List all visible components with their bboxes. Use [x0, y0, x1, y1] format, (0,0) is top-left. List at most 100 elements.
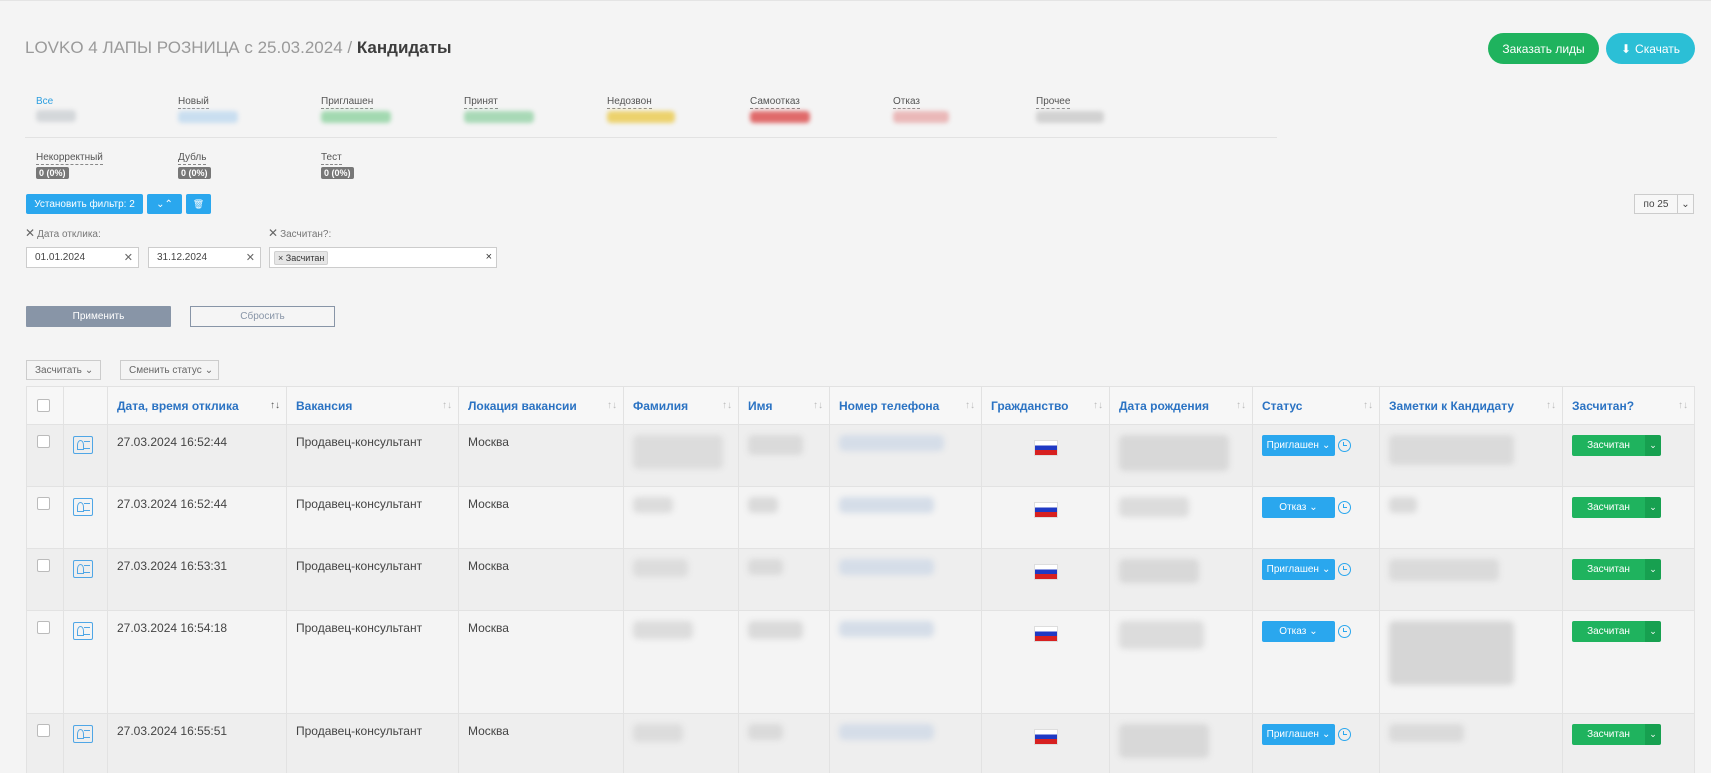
firstname-blurred: [748, 435, 803, 455]
phone-blurred[interactable]: [839, 621, 934, 637]
counted-split-button[interactable]: Засчитан ⌄: [1572, 435, 1661, 456]
stat-badge: 0 (0%): [36, 167, 69, 179]
per-page-select[interactable]: по 25 ⌄: [1634, 194, 1694, 214]
chevron-down-icon[interactable]: ⌄: [1645, 435, 1661, 456]
russia-flag-icon: [1034, 626, 1058, 642]
status-dropdown[interactable]: Отказ ⌄: [1262, 621, 1335, 642]
chevron-down-icon[interactable]: ⌄: [1645, 724, 1661, 745]
history-icon[interactable]: [1338, 728, 1351, 741]
reset-button[interactable]: Сбросить: [190, 306, 335, 327]
sort-icon: ↑↓: [442, 400, 452, 411]
candidate-card-icon[interactable]: [73, 560, 93, 578]
set-filter-button[interactable]: Установить фильтр: 2: [26, 194, 143, 214]
status-dropdown[interactable]: Приглашен ⌄: [1262, 724, 1335, 745]
col-datetime[interactable]: Дата, время отклика ↑↓: [107, 386, 287, 425]
history-icon[interactable]: [1338, 563, 1351, 576]
counted-multiselect[interactable]: × Засчитан ×: [269, 247, 497, 268]
row-checkbox[interactable]: [37, 621, 50, 634]
stat-all[interactable]: Все: [36, 96, 76, 122]
stat-no-answer[interactable]: Недозвон: [607, 96, 675, 123]
phone-blurred[interactable]: [839, 435, 944, 451]
table-row[interactable]: 27.03.2024 16:52:44 Продавец-консультант…: [26, 486, 1695, 549]
phone-blurred[interactable]: [839, 559, 934, 575]
table-row[interactable]: 27.03.2024 16:54:18 Продавец-консультант…: [26, 610, 1695, 714]
download-label: Скачать: [1635, 41, 1681, 56]
top-divider: [0, 0, 1711, 1]
stat-self-refusal[interactable]: Самоотказ: [750, 96, 810, 123]
col-counted[interactable]: Засчитан? ↑↓: [1562, 386, 1695, 425]
stat-duplicate[interactable]: Дубль 0 (0%): [178, 152, 211, 179]
download-button[interactable]: ⬇ Скачать: [1606, 33, 1695, 64]
status-dropdown[interactable]: Приглашен ⌄: [1262, 559, 1335, 580]
sort-icon: ↑↓: [1678, 400, 1688, 411]
col-firstname[interactable]: Имя ↑↓: [738, 386, 830, 425]
phone-blurred[interactable]: [839, 497, 934, 513]
chevron-down-icon[interactable]: ⌄: [1645, 497, 1661, 518]
order-leads-button[interactable]: Заказать лиды: [1488, 33, 1599, 64]
page-title: LOVKO 4 ЛАПЫ РОЗНИЦА c 25.03.2024 / Канд…: [25, 38, 451, 58]
candidate-card-icon[interactable]: [73, 436, 93, 454]
col-lastname[interactable]: Фамилия ↑↓: [623, 386, 739, 425]
counted-split-button[interactable]: Засчитан ⌄: [1572, 497, 1661, 518]
status-dropdown[interactable]: Приглашен ⌄: [1262, 435, 1335, 456]
row-checkbox[interactable]: [37, 559, 50, 572]
table-row[interactable]: 27.03.2024 16:53:31 Продавец-консультант…: [26, 548, 1695, 611]
col-birthdate[interactable]: Дата рождения ↑↓: [1109, 386, 1253, 425]
status-dropdown[interactable]: Отказ ⌄: [1262, 497, 1335, 518]
stat-refusal[interactable]: Отказ: [893, 96, 949, 123]
chevron-down-icon: ⌄: [1321, 564, 1331, 575]
breadcrumb-project[interactable]: LOVKO 4 ЛАПЫ РОЗНИЦА c 25.03.2024 /: [25, 38, 357, 57]
remove-filter-icon[interactable]: ✕: [268, 226, 278, 240]
row-checkbox[interactable]: [37, 497, 50, 510]
remove-filter-icon[interactable]: ✕: [25, 226, 35, 240]
date-from-input[interactable]: 01.01.2024 ✕: [26, 247, 139, 268]
col-location[interactable]: Локация вакансии ↑↓: [458, 386, 624, 425]
chevron-down-icon[interactable]: ⌄: [1645, 559, 1661, 580]
date-to-input[interactable]: 31.12.2024 ✕: [148, 247, 261, 268]
row-checkbox[interactable]: [37, 724, 50, 737]
notes-blurred: [1389, 559, 1499, 581]
date-filter-label: ✕ Дата отклика:: [25, 226, 101, 240]
candidate-card-icon[interactable]: [73, 498, 93, 516]
selected-tag[interactable]: × Засчитан: [274, 251, 329, 265]
cell-datetime: 27.03.2024 16:54:18: [107, 610, 287, 714]
phone-blurred[interactable]: [839, 724, 934, 740]
history-icon[interactable]: [1338, 625, 1351, 638]
col-phone[interactable]: Номер телефона ↑↓: [829, 386, 982, 425]
stat-other[interactable]: Прочее: [1036, 96, 1104, 123]
col-status[interactable]: Статус ↑↓: [1252, 386, 1380, 425]
counted-split-button[interactable]: Засчитан ⌄: [1572, 724, 1661, 745]
col-citizenship[interactable]: Гражданство ↑↓: [981, 386, 1110, 425]
stats-divider: [25, 137, 1277, 138]
counted-split-button[interactable]: Засчитан ⌄: [1572, 559, 1661, 580]
apply-button[interactable]: Применить: [26, 306, 171, 327]
stat-invited[interactable]: Приглашен: [321, 96, 391, 123]
stat-new[interactable]: Новый: [178, 96, 238, 123]
clear-icon[interactable]: ×: [486, 251, 492, 263]
toggle-filters-button[interactable]: ⌄⌃: [147, 194, 182, 214]
clear-filters-button[interactable]: 🗑: [186, 194, 211, 214]
history-icon[interactable]: [1338, 439, 1351, 452]
count-dropdown[interactable]: Засчитать ⌄: [26, 360, 101, 380]
stat-accepted[interactable]: Принят: [464, 96, 534, 123]
chevron-down-icon[interactable]: ⌄: [1645, 621, 1661, 642]
table-row[interactable]: 27.03.2024 16:52:44 Продавец-консультант…: [26, 424, 1695, 487]
counted-split-button[interactable]: Засчитан ⌄: [1572, 621, 1661, 642]
stat-label: Приглашен: [321, 96, 374, 109]
stat-test[interactable]: Тест 0 (0%): [321, 152, 354, 179]
row-checkbox[interactable]: [37, 435, 50, 448]
col-notes[interactable]: Заметки к Кандидату ↑↓: [1379, 386, 1563, 425]
candidate-card-icon[interactable]: [73, 725, 93, 743]
stat-count-blurred: [36, 110, 76, 122]
col-vacancy[interactable]: Вакансия ↑↓: [286, 386, 459, 425]
table-row[interactable]: 27.03.2024 16:55:51 Продавец-консультант…: [26, 713, 1695, 773]
history-icon[interactable]: [1338, 501, 1351, 514]
stat-incorrect[interactable]: Некорректный 0 (0%): [36, 152, 103, 179]
candidate-card-icon[interactable]: [73, 622, 93, 640]
clear-icon[interactable]: ✕: [124, 251, 133, 264]
clear-icon[interactable]: ✕: [246, 251, 255, 264]
sort-icon: ↑↓: [1363, 400, 1373, 411]
sort-icon: ↑↓: [965, 400, 975, 411]
select-all-checkbox[interactable]: [37, 399, 50, 412]
change-status-dropdown[interactable]: Сменить статус ⌄: [120, 360, 219, 380]
